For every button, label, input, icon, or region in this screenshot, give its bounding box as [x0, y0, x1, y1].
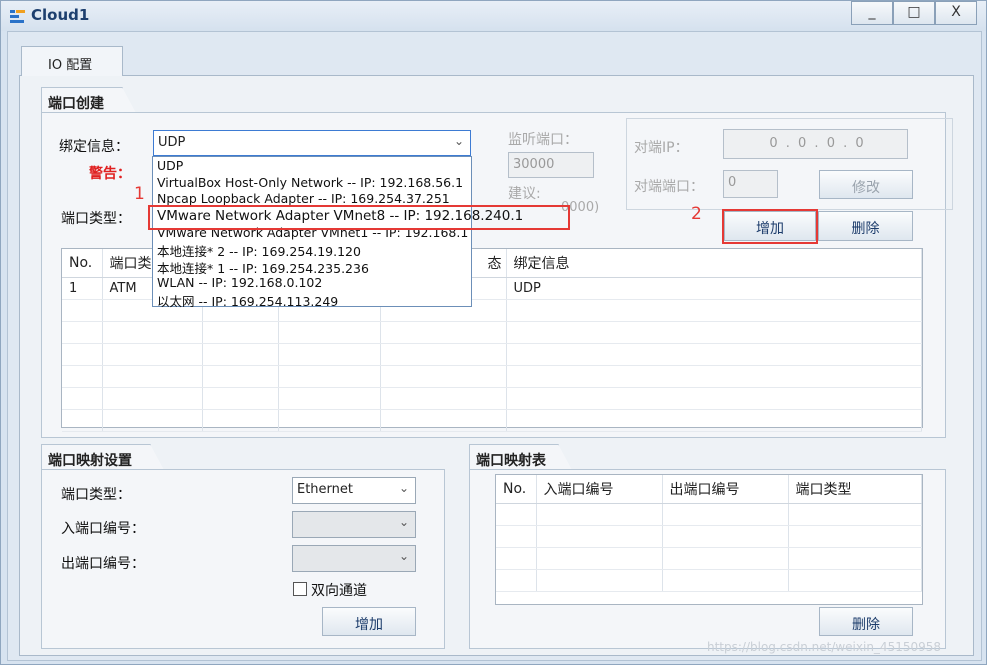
mapping-add-button[interactable]: 增加: [322, 607, 416, 636]
chevron-down-icon: ⌄: [398, 549, 409, 563]
table-row: [496, 525, 922, 548]
cloud-app-icon: [10, 10, 25, 23]
binding-label: 绑定信息：: [59, 139, 129, 155]
out-port-select[interactable]: ⌄: [292, 545, 416, 572]
highlight-box-vmnet8: [148, 205, 570, 230]
peer-port-label: 对端端口：: [634, 179, 704, 195]
modify-button[interactable]: 修改: [819, 170, 913, 199]
table-row: [62, 321, 922, 344]
column-header: 出端口编号: [662, 475, 789, 504]
table-row: [62, 343, 922, 366]
suggest-label: 建议:: [508, 186, 541, 202]
mapping-port-type-select[interactable]: Ethernet ⌄: [292, 477, 416, 504]
peer-ip-label: 对端IP：: [634, 140, 689, 156]
peer-ip-input[interactable]: 0 . 0 . 0 . 0: [723, 129, 908, 159]
binding-dropdown-list: UDP VirtualBox Host-Only Network -- IP: …: [152, 156, 523, 310]
window: Cloud1 _ □ X IO 配置 端口创建 绑定信息： UDP ⌄ 警告： …: [0, 0, 987, 665]
table-header-row: No. 入端口编号 出端口编号 端口类型: [496, 475, 922, 504]
minimize-button[interactable]: _: [851, 1, 893, 25]
window-title: Cloud1: [31, 6, 90, 24]
annotation-number: 2: [691, 204, 702, 224]
delete-port-button[interactable]: 删除: [818, 211, 913, 241]
highlight-box-add-button: [722, 209, 818, 244]
column-header: No.: [496, 475, 537, 504]
table-row: [62, 365, 922, 388]
binding-select[interactable]: UDP ⌄: [153, 130, 471, 156]
column-header: 入端口编号: [536, 475, 663, 504]
table-cell: 1: [62, 277, 103, 300]
peer-port-input[interactable]: 0: [723, 170, 778, 198]
port-mapping-table-title: 端口映射表: [469, 444, 572, 470]
dropdown-option[interactable]: VirtualBox Host-Only Network -- IP: 192.…: [157, 175, 463, 190]
table-row: [496, 569, 922, 592]
table-row: [62, 387, 922, 410]
tab-io-config[interactable]: IO 配置: [21, 46, 123, 76]
maximize-button[interactable]: □: [893, 1, 935, 25]
chevron-down-icon: ⌄: [398, 481, 409, 495]
listen-port-label: 监听端口：: [508, 132, 578, 148]
dropdown-option[interactable]: 以太网 -- IP: 169.254.113.249: [157, 291, 338, 310]
column-header: 端口类型: [788, 475, 922, 504]
binding-select-value: UDP: [158, 135, 186, 150]
mapping-port-type-value: Ethernet: [297, 482, 353, 497]
dropdown-option[interactable]: WLAN -- IP: 192.168.0.102: [157, 275, 322, 290]
port-mapping-table: No. 入端口编号 出端口编号 端口类型: [495, 474, 923, 605]
port-mapping-settings-title: 端口映射设置: [41, 444, 164, 470]
column-header: No.: [62, 249, 103, 278]
dropdown-option[interactable]: UDP: [157, 158, 183, 173]
table-cell: UDP: [506, 277, 922, 300]
chevron-down-icon: ⌄: [398, 515, 409, 529]
table-row: [496, 503, 922, 526]
chevron-down-icon: ⌄: [453, 134, 464, 148]
dropdown-option[interactable]: Npcap Loopback Adapter -- IP: 169.254.37…: [157, 191, 450, 206]
annotation-number: 1: [134, 184, 145, 204]
watermark: https://blog.csdn.net/weixin_45150958: [707, 640, 942, 654]
table-row: [496, 547, 922, 570]
port-creation-group-title: 端口创建: [41, 87, 136, 113]
warning-label: 警告：: [89, 166, 131, 182]
bidirectional-checkbox[interactable]: [293, 582, 307, 596]
column-header: 绑定信息: [506, 249, 922, 278]
port-type-label: 端口类型：: [61, 211, 131, 227]
mapping-port-type-label: 端口类型：: [61, 487, 131, 503]
table-row: [62, 409, 922, 432]
in-port-select[interactable]: ⌄: [292, 511, 416, 538]
out-port-label: 出端口编号：: [61, 556, 145, 572]
close-button[interactable]: X: [935, 1, 977, 25]
title-bar[interactable]: Cloud1 _ □ X: [1, 1, 986, 31]
in-port-label: 入端口编号：: [61, 521, 145, 537]
mapping-delete-button[interactable]: 删除: [819, 607, 913, 636]
bidirectional-label: 双向通道: [311, 583, 367, 599]
listen-port-input[interactable]: 30000: [508, 152, 594, 178]
